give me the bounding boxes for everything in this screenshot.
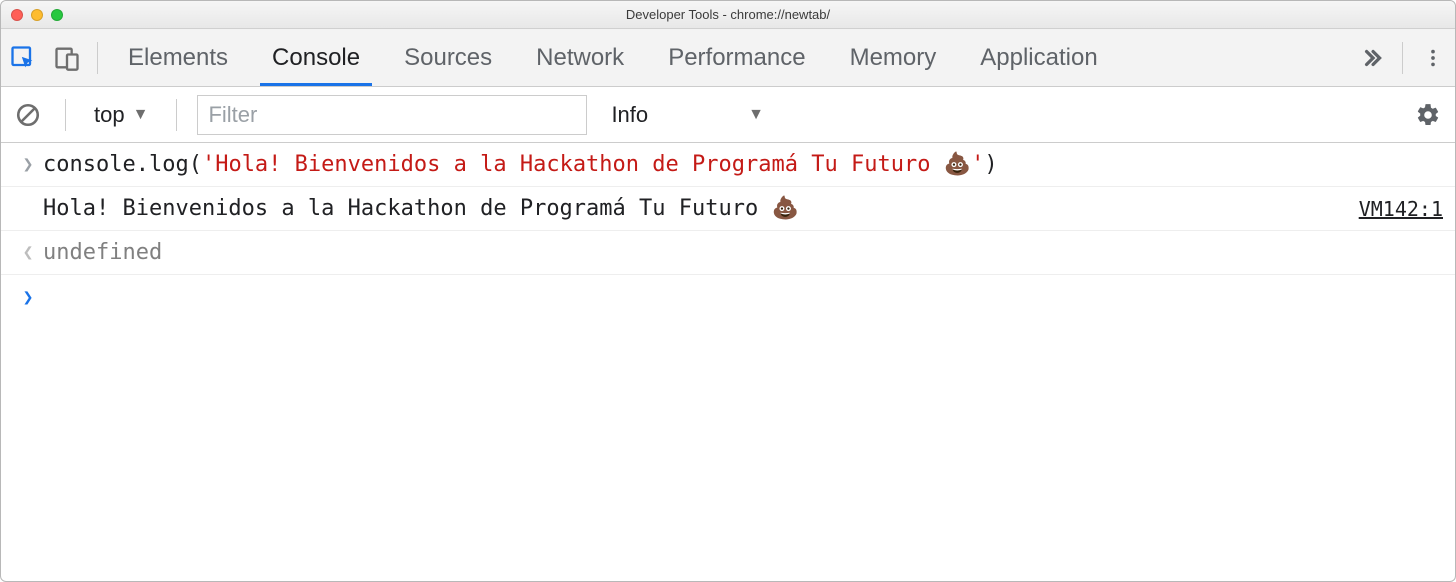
tab-elements[interactable]: Elements: [106, 29, 250, 86]
tab-console[interactable]: Console: [250, 29, 382, 86]
kebab-menu-icon[interactable]: [1411, 29, 1455, 87]
context-selector[interactable]: top ▼: [86, 102, 156, 128]
divider: [97, 42, 98, 74]
console-return-row: ❮ undefined: [1, 231, 1455, 275]
input-chevron-icon: ❯: [13, 154, 43, 175]
tab-memory[interactable]: Memory: [828, 29, 959, 86]
clear-console-icon[interactable]: [11, 98, 45, 132]
prompt-chevron-icon: ❯: [13, 287, 43, 308]
tab-label: Sources: [404, 44, 492, 72]
return-value: undefined: [43, 240, 1443, 265]
tab-sources[interactable]: Sources: [382, 29, 514, 86]
console-log-row: Hola! Bienvenidos a la Hackathon de Prog…: [1, 187, 1455, 231]
tab-network[interactable]: Network: [514, 29, 646, 86]
tab-label: Performance: [668, 44, 805, 72]
tab-performance[interactable]: Performance: [646, 29, 827, 86]
tok: 'Hola! Bienvenidos a la Hackathon de Pro…: [202, 152, 984, 177]
settings-gear-icon[interactable]: [1411, 98, 1445, 132]
output-chevron-icon: ❮: [13, 242, 43, 263]
tabbar-right: [1350, 29, 1455, 87]
tab-label: Network: [536, 44, 624, 72]
filter-input[interactable]: [197, 95, 587, 135]
more-tabs-icon[interactable]: [1350, 29, 1394, 87]
tab-label: Elements: [128, 44, 228, 72]
console-filterbar: top ▼ Info ▼: [1, 87, 1455, 143]
titlebar: Developer Tools - chrome://newtab/: [1, 1, 1455, 29]
console-input-row: ❯ console.log('Hola! Bienvenidos a la Ha…: [1, 143, 1455, 187]
context-label: top: [94, 102, 125, 128]
divider: [1402, 42, 1403, 74]
tab-label: Application: [980, 44, 1097, 72]
chevron-down-icon: ▼: [748, 106, 764, 124]
log-level-selector[interactable]: Info ▼: [599, 102, 776, 128]
console-output: ❯ console.log('Hola! Bienvenidos a la Ha…: [1, 143, 1455, 319]
divider: [65, 99, 66, 131]
log-message: Hola! Bienvenidos a la Hackathon de Prog…: [43, 196, 1359, 221]
source-link[interactable]: VM142:1: [1359, 197, 1443, 221]
tab-label: Console: [272, 44, 360, 72]
tab-label: Memory: [850, 44, 937, 72]
tab-application[interactable]: Application: [958, 29, 1119, 86]
devtools-tabs: Elements Console Sources Network Perform…: [106, 29, 1350, 86]
console-input-code[interactable]: console.log('Hola! Bienvenidos a la Hack…: [43, 152, 1443, 177]
window-title: Developer Tools - chrome://newtab/: [1, 7, 1455, 22]
tok: ): [984, 152, 997, 177]
inspect-element-icon[interactable]: [1, 29, 45, 87]
divider: [176, 99, 177, 131]
console-prompt-row[interactable]: ❯: [1, 275, 1455, 319]
chevron-down-icon: ▼: [133, 106, 149, 124]
device-toggle-icon[interactable]: [45, 29, 89, 87]
level-label: Info: [611, 102, 648, 128]
tok: console.log(: [43, 152, 202, 177]
devtools-window: Developer Tools - chrome://newtab/ Eleme…: [0, 0, 1456, 582]
devtools-tabbar: Elements Console Sources Network Perform…: [1, 29, 1455, 87]
